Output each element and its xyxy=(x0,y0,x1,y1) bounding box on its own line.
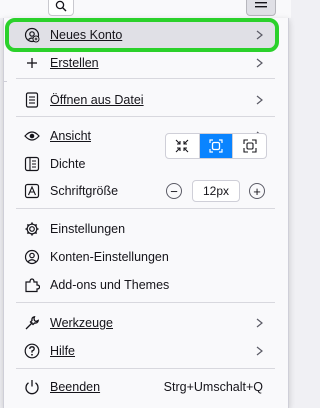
eye-icon xyxy=(23,127,41,145)
help-icon xyxy=(23,342,41,360)
density-compact-icon xyxy=(175,139,189,153)
quit-shortcut: Strg+Umschalt+Q xyxy=(163,380,263,394)
new-account-icon xyxy=(23,26,41,44)
menu-separator xyxy=(16,208,275,209)
search-icon xyxy=(55,0,67,12)
menu-separator xyxy=(16,116,275,117)
gear-icon xyxy=(23,220,41,238)
density-touch-icon xyxy=(243,139,257,153)
density-selector xyxy=(165,133,267,159)
chevron-right-icon xyxy=(256,58,263,68)
menu-item-label: Einstellungen xyxy=(50,222,126,236)
menu-item-create[interactable]: Erstellen xyxy=(9,50,275,76)
density-compact-button[interactable] xyxy=(166,134,200,158)
app-menu-button[interactable] xyxy=(246,0,276,16)
chevron-right-icon xyxy=(256,318,263,328)
menu-item-label: Ansicht xyxy=(50,129,91,143)
chevron-right-icon xyxy=(256,30,263,40)
file-icon xyxy=(23,91,41,109)
density-normal-button[interactable] xyxy=(199,134,234,158)
menu-item-addons[interactable]: Add-ons und Themes xyxy=(9,272,275,298)
menu-item-label: Neues Konto xyxy=(50,28,123,42)
power-icon xyxy=(23,378,41,396)
search-button[interactable] xyxy=(48,0,74,16)
wrench-icon xyxy=(23,314,41,332)
plus-icon xyxy=(23,54,41,72)
menu-item-label: Werkzeuge xyxy=(50,316,113,330)
density-touch-button[interactable] xyxy=(233,134,266,158)
density-icon xyxy=(23,155,41,173)
menu-item-label: Add-ons und Themes xyxy=(50,278,170,292)
menu-item-new-account[interactable]: Neues Konto xyxy=(5,18,279,52)
toolbar-strip xyxy=(0,0,291,18)
font-size-value: 12px xyxy=(192,180,240,202)
menu-item-quit[interactable]: Beenden Strg+Umschalt+Q xyxy=(9,374,275,400)
font-size-label: Schriftgröße xyxy=(50,184,119,198)
menu-item-label: Erstellen xyxy=(50,56,99,70)
font-size-increase-button[interactable]: + xyxy=(249,183,265,199)
account-settings-icon xyxy=(23,248,41,266)
menu-separator xyxy=(16,78,275,79)
menu-item-open-from-file[interactable]: Öffnen aus Datei xyxy=(9,87,275,113)
menu-item-tools[interactable]: Werkzeuge xyxy=(9,310,275,336)
menu-separator xyxy=(16,368,275,369)
menu-item-label: Hilfe xyxy=(50,344,76,358)
density-label: Dichte xyxy=(50,157,86,171)
plus-icon: + xyxy=(253,183,261,199)
menu-item-settings[interactable]: Einstellungen xyxy=(9,216,275,242)
menu-item-account-settings[interactable]: Konten-Einstellungen xyxy=(9,244,275,270)
chevron-right-icon xyxy=(256,346,263,356)
minus-icon: − xyxy=(170,183,178,199)
menu-item-label: Beenden xyxy=(50,380,101,394)
menu-item-label: Konten-Einstellungen xyxy=(50,250,169,264)
font-size-decrease-button[interactable]: − xyxy=(166,183,182,199)
puzzle-piece-icon xyxy=(23,276,41,294)
menu-separator xyxy=(16,302,275,303)
font-size-icon xyxy=(23,182,41,200)
menu-item-label: Öffnen aus Datei xyxy=(50,93,144,107)
density-normal-icon xyxy=(209,139,223,153)
menu-item-help[interactable]: Hilfe xyxy=(9,338,275,364)
hamburger-menu-icon xyxy=(255,2,267,8)
divider xyxy=(4,81,7,82)
chevron-right-icon xyxy=(256,95,263,105)
